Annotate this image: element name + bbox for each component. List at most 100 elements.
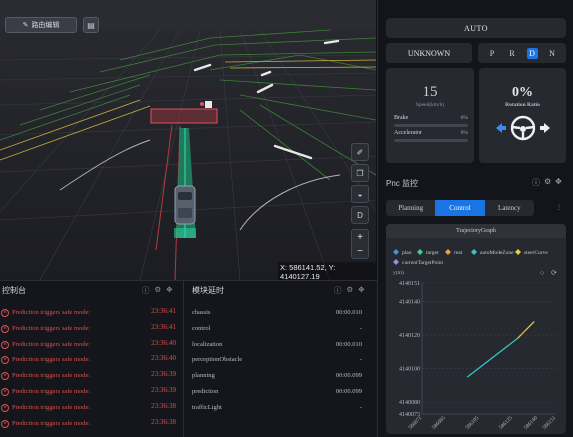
module-name: control: [192, 324, 211, 332]
tab-planning[interactable]: Planning: [386, 200, 435, 216]
log-time: 23:36:41: [151, 307, 176, 315]
move-icon[interactable]: ✥: [358, 285, 364, 296]
refresh-icon: ⟳: [551, 270, 557, 277]
log-time: 23:36:38: [151, 417, 176, 426]
rotation-value: 0%: [512, 85, 533, 100]
x-tick-label: 586085: [431, 415, 447, 431]
x-tick-label: 586140: [523, 415, 539, 431]
log-row[interactable]: × Prediction triggers safe mode: 23:36:39: [0, 369, 184, 385]
help-icon[interactable]: ⓘ: [532, 177, 540, 188]
trajectory-chart[interactable]: plan target real autoModeZone steerCurve curr…: [386, 238, 566, 434]
pnc-monitor-title: Pnc 监控: [386, 179, 419, 188]
help-icon[interactable]: ⓘ: [142, 285, 150, 296]
gear-selector: P R D N: [478, 43, 566, 63]
log-message: Prediction triggers safe mode:: [12, 340, 91, 348]
latency-row: localization 00:00.010: [192, 338, 370, 354]
log-row[interactable]: × Prediction triggers safe mode: 23:36:40: [0, 338, 184, 354]
zoom-out-button[interactable]: −: [357, 246, 363, 257]
log-row[interactable]: × Prediction triggers safe mode: 23:36:39: [0, 385, 184, 401]
map-layer-button[interactable]: ▤: [83, 17, 99, 33]
series-plan: [466, 337, 518, 378]
accelerator-label: Accelerator: [394, 130, 422, 136]
legend-marker: [417, 249, 423, 255]
legend-label: currentTargetPoint: [402, 260, 444, 266]
log-message: Prediction triggers safe mode:: [12, 356, 91, 364]
module-name: perceptionObstacle: [192, 356, 243, 364]
y-tick-label: 4140151: [399, 281, 420, 287]
ruler-tool-button[interactable]: ✐: [351, 143, 369, 161]
x-tick-label: 586151: [542, 415, 558, 431]
view-toolbar: ✐ ❐ ◒ D: [351, 143, 369, 224]
speed-label: Speed(km/h): [415, 102, 445, 108]
log-time: 23:36:40: [151, 354, 176, 363]
legend-label: autoModeZone: [480, 250, 514, 256]
error-icon: ×: [1, 388, 9, 396]
copy-view-button[interactable]: ❐: [351, 164, 369, 182]
y-tick-label: 4140120: [399, 333, 420, 339]
error-icon: ×: [1, 403, 9, 412]
d-shape-icon: D: [357, 210, 363, 220]
log-message: Prediction triggers safe mode:: [12, 403, 91, 411]
module-latency: 00:00.010: [335, 309, 362, 316]
tab-latency[interactable]: Latency: [485, 200, 534, 216]
log-row[interactable]: × Prediction triggers safe mode: 23:36:41: [0, 306, 184, 322]
gear-d: D: [526, 47, 538, 59]
arrow-right-icon: [540, 123, 550, 133]
pnc-tabs: Planning Control Latency: [386, 200, 534, 216]
legend-label: real: [454, 250, 463, 256]
latency-row: prediction 00:00.099: [192, 385, 370, 401]
legend-label: plan: [402, 250, 412, 256]
error-icon: ×: [1, 340, 9, 349]
driving-state-indicator: UNKNOWN: [386, 43, 472, 63]
road-scene: [0, 0, 376, 280]
legend-marker: [393, 249, 399, 255]
error-icon: ×: [1, 356, 9, 365]
route-edit-button[interactable]: ✎ 路由编辑: [5, 17, 77, 33]
log-time: 23:36:38: [151, 401, 176, 410]
layer-3d-button[interactable]: ◒: [351, 185, 369, 203]
error-icon: ×: [1, 324, 9, 333]
driving-mode-indicator: AUTO: [386, 18, 566, 38]
log-row[interactable]: × Prediction triggers safe mode: 23:36:41: [0, 322, 184, 338]
chart-title: TrajectoryGraph: [386, 224, 566, 238]
module-name: localization: [192, 340, 223, 348]
legend-label: steerCurve: [524, 250, 548, 256]
map-3d-view[interactable]: ✎ 路由编辑 ▤ ✐ ❐ ◒ D + − X: 586141.52, Y: 41…: [0, 0, 376, 280]
latency-panel-icons: ⓘ ⚙ ✥: [334, 285, 365, 296]
log-time: 23:36:40: [151, 338, 176, 347]
module-latency: -: [359, 403, 362, 411]
series-real: [520, 329, 527, 336]
log-message: Prediction triggers safe mode:: [12, 388, 91, 395]
accelerator-value: 0%: [460, 130, 468, 136]
help-icon[interactable]: ⓘ: [334, 285, 342, 296]
brake-bar: [394, 124, 468, 127]
error-icon: ×: [1, 419, 9, 428]
module-latency: 00:00.010: [335, 340, 362, 348]
log-message: Prediction triggers safe mode:: [12, 419, 91, 427]
route-edit-label: 路由编辑: [31, 22, 60, 29]
tab-control[interactable]: Control: [435, 200, 485, 216]
log-row[interactable]: × Prediction triggers safe mode: 23:36:38: [0, 401, 184, 417]
latency-row: chassis 00:00.010: [192, 306, 370, 322]
module-name: trafficLight: [192, 403, 222, 411]
steering-display: [493, 115, 553, 141]
move-icon[interactable]: ✥: [166, 285, 172, 296]
legend-label: target: [426, 250, 439, 256]
log-row[interactable]: × Prediction triggers safe mode: 23:36:38: [0, 417, 184, 433]
gear-n: N: [549, 48, 555, 58]
gear-icon[interactable]: ⚙: [347, 285, 354, 296]
steering-wheel-icon: [510, 115, 536, 141]
module-latency: -: [359, 324, 362, 332]
filter-icon[interactable]: ⫶: [558, 203, 560, 213]
latency-row: control -: [192, 322, 370, 338]
console-panel: 控制台 ⓘ ⚙ ✥ × Prediction triggers safe mode…: [0, 280, 184, 437]
gear-icon[interactable]: ⚙: [544, 177, 551, 188]
gear-icon[interactable]: ⚙: [155, 285, 162, 296]
move-icon[interactable]: ✥: [555, 177, 562, 188]
brake-label: Brake: [394, 115, 409, 121]
log-time: 23:36:41: [151, 322, 176, 331]
view-mode-button[interactable]: D: [351, 206, 369, 224]
zoom-in-button[interactable]: +: [357, 232, 363, 243]
log-message: Prediction triggers safe mode:: [12, 372, 91, 380]
log-row[interactable]: × Prediction triggers safe mode: 23:36:40: [0, 353, 184, 369]
